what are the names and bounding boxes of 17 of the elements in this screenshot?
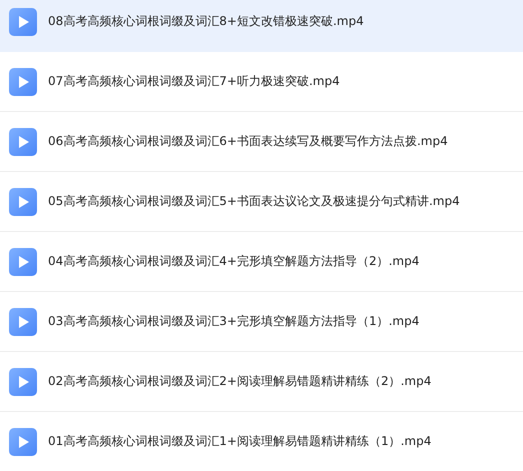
file-name: 04高考高频核心词根词缀及词汇4+完形填空解题方法指导（2）.mp4 <box>48 253 420 270</box>
video-file-icon <box>9 308 37 336</box>
video-file-icon <box>9 68 37 96</box>
video-file-icon <box>9 188 37 216</box>
file-name: 03高考高频核心词根词缀及词汇3+完形填空解题方法指导（1）.mp4 <box>48 313 420 330</box>
file-name: 06高考高频核心词根词缀及词汇6+书面表达续写及概要写作方法点拨.mp4 <box>48 133 448 150</box>
file-name: 07高考高频核心词根词缀及词汇7+听力极速突破.mp4 <box>48 73 340 90</box>
video-file-icon <box>9 368 37 396</box>
file-name: 08高考高频核心词根词缀及词汇8+短文改错极速突破.mp4 <box>48 13 364 30</box>
video-file-icon <box>9 128 37 156</box>
file-name: 02高考高频核心词根词缀及词汇2+阅读理解易错题精讲精练（2）.mp4 <box>48 373 432 390</box>
file-name: 01高考高频核心词根词缀及词汇1+阅读理解易错题精讲精练（1）.mp4 <box>48 433 432 450</box>
video-file-icon <box>9 8 37 36</box>
video-file-icon <box>9 248 37 276</box>
file-name: 05高考高频核心词根词缀及词汇5+书面表达议论文及极速提分句式精讲.mp4 <box>48 193 460 210</box>
file-row[interactable]: 08高考高频核心词根词缀及词汇8+短文改错极速突破.mp4 <box>0 0 523 52</box>
video-file-icon <box>9 428 37 456</box>
